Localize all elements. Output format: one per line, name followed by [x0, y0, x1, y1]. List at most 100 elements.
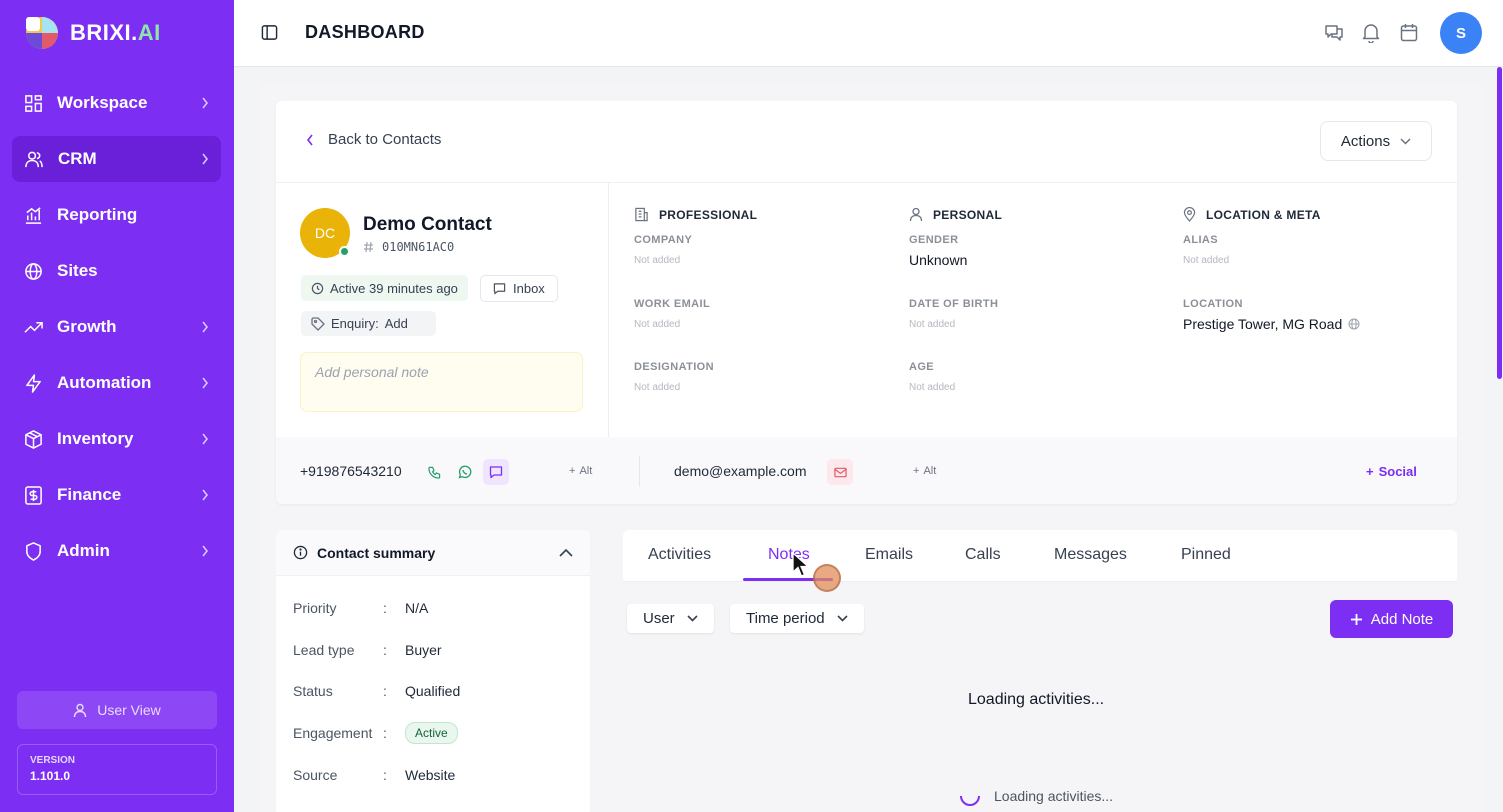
hash-icon	[364, 241, 373, 253]
chevron-right-icon	[202, 545, 209, 557]
card-divider	[276, 182, 1457, 183]
time-period-label: Time period	[746, 610, 825, 627]
sidebar-item-inventory[interactable]: Inventory	[12, 416, 221, 462]
summary-row-engagement: Engagement: Active	[293, 722, 458, 744]
time-period-dropdown[interactable]: Time period	[730, 604, 864, 633]
globe-small-icon[interactable]	[1348, 318, 1360, 330]
user-avatar[interactable]: S	[1440, 12, 1482, 54]
whatsapp-button[interactable]	[452, 459, 478, 485]
personal-section: PERSONAL	[909, 207, 1002, 222]
plus-icon: +	[569, 465, 576, 477]
sidebar-item-sites[interactable]: Sites	[12, 248, 221, 294]
active-status-badge: Active 39 minutes ago	[301, 275, 468, 301]
actions-dropdown[interactable]: Actions	[1320, 121, 1432, 161]
contact-summary-panel: Contact summary Priority: N/A Lead type: B…	[276, 530, 590, 812]
chevron-down-icon	[687, 615, 698, 622]
chevron-up-icon[interactable]	[559, 548, 573, 557]
plus-icon	[1350, 613, 1362, 625]
sidebar-item-crm[interactable]: CRM	[12, 136, 221, 182]
tab-activities[interactable]: Activities	[648, 546, 711, 564]
call-button[interactable]	[421, 459, 447, 485]
personal-note-input[interactable]: Add personal note	[300, 352, 583, 412]
chevron-right-icon	[202, 433, 209, 445]
contact-summary-title: Contact summary	[317, 544, 436, 561]
sidebar-item-automation[interactable]: Automation	[12, 360, 221, 406]
box-icon	[25, 429, 42, 449]
inbox-label: Inbox	[513, 281, 545, 296]
dollar-icon	[25, 485, 42, 505]
sidebar-item-label: Finance	[57, 485, 122, 504]
person-icon	[909, 207, 923, 222]
enquiry-value: Add	[384, 316, 408, 331]
notifications-button[interactable]	[1362, 23, 1380, 43]
map-pin-icon	[1183, 207, 1196, 222]
tab-emails[interactable]: Emails	[865, 546, 913, 564]
user-view-label: User View	[97, 702, 161, 718]
location-value: Prestige Tower, MG Road	[1183, 316, 1343, 332]
sidebar-nav: Workspace CRM Reporting Sites Growth Aut…	[12, 80, 221, 584]
whatsapp-icon	[458, 465, 472, 479]
email-address: demo@example.com	[674, 463, 807, 479]
chevron-left-icon	[306, 134, 313, 145]
back-label: Back to Contacts	[328, 131, 442, 148]
gender-field: GENDER Unknown	[909, 234, 968, 268]
chat-button[interactable]	[1324, 23, 1344, 43]
add-alt-email-button[interactable]: + Alt	[913, 465, 936, 477]
sidebar-item-label: Workspace	[57, 93, 148, 112]
summary-row-source: Source: Website	[293, 767, 456, 783]
age-field: AGE Not added	[909, 361, 956, 393]
sidebar-item-reporting[interactable]: Reporting	[12, 192, 221, 238]
spinner-icon	[960, 795, 980, 806]
contact-summary-header[interactable]: Contact summary	[276, 530, 590, 576]
info-icon	[293, 545, 308, 560]
tab-calls[interactable]: Calls	[965, 546, 1001, 564]
trending-up-icon	[24, 321, 43, 333]
add-note-label: Add Note	[1370, 610, 1434, 628]
click-indicator	[813, 564, 841, 592]
add-note-button[interactable]: Add Note	[1330, 600, 1453, 638]
user-icon	[74, 703, 87, 717]
chevron-down-icon	[1400, 137, 1411, 145]
sidebar-item-admin[interactable]: Admin	[12, 528, 221, 574]
bar-divider	[639, 456, 640, 487]
user-filter-label: User	[643, 610, 675, 627]
toggle-sidebar-button[interactable]	[261, 24, 278, 41]
add-alt-phone-button[interactable]: + Alt	[569, 465, 592, 477]
tab-messages[interactable]: Messages	[1054, 546, 1127, 564]
grid-icon	[25, 94, 42, 112]
clock-icon	[311, 282, 324, 294]
sidebar-item-label: Reporting	[57, 205, 138, 224]
inbox-button[interactable]: Inbox	[480, 275, 558, 302]
tab-pinned[interactable]: Pinned	[1181, 546, 1231, 564]
message-icon	[493, 283, 506, 295]
contact-card: Back to Contacts Actions DC Demo Contact…	[276, 101, 1457, 504]
activity-tabs: Activities Notes Emails Calls Messages P…	[623, 530, 1457, 582]
add-social-button[interactable]: + Social	[1366, 464, 1417, 479]
send-email-button[interactable]	[827, 459, 853, 485]
enquiry-add-button[interactable]: Enquiry: Add	[301, 311, 436, 336]
sidebar-item-finance[interactable]: Finance	[12, 472, 221, 518]
sidebar-item-workspace[interactable]: Workspace	[12, 80, 221, 126]
phone-icon	[427, 466, 440, 479]
sidebar-item-label: Automation	[57, 373, 152, 392]
user-filter-dropdown[interactable]: User	[627, 604, 714, 633]
sms-button[interactable]	[483, 459, 509, 485]
sidebar-toggle-icon	[261, 25, 278, 40]
calendar-icon	[1400, 24, 1418, 42]
page-scrollbar[interactable]	[1497, 67, 1502, 379]
zap-icon	[26, 373, 41, 393]
card-column-divider	[608, 183, 609, 437]
version-value: 1.101.0	[30, 769, 71, 783]
sidebar-item-growth[interactable]: Growth	[12, 304, 221, 350]
calendar-button[interactable]	[1400, 23, 1418, 42]
summary-row-lead-type: Lead type: Buyer	[293, 642, 442, 658]
engagement-badge: Active	[405, 722, 458, 744]
chat-icon	[1325, 25, 1343, 41]
sidebar: BRIXI.AI Workspace CRM Reporting Sites G…	[0, 0, 234, 812]
chevron-right-icon	[202, 321, 209, 333]
user-view-button[interactable]: User View	[17, 691, 217, 729]
date-of-birth-field: DATE OF BIRTH Not added	[909, 298, 999, 330]
back-to-contacts-link[interactable]: Back to Contacts	[306, 131, 441, 148]
brand-logo[interactable]: BRIXI.AI	[24, 15, 161, 51]
location-field: LOCATION Prestige Tower, MG Road	[1183, 298, 1360, 332]
